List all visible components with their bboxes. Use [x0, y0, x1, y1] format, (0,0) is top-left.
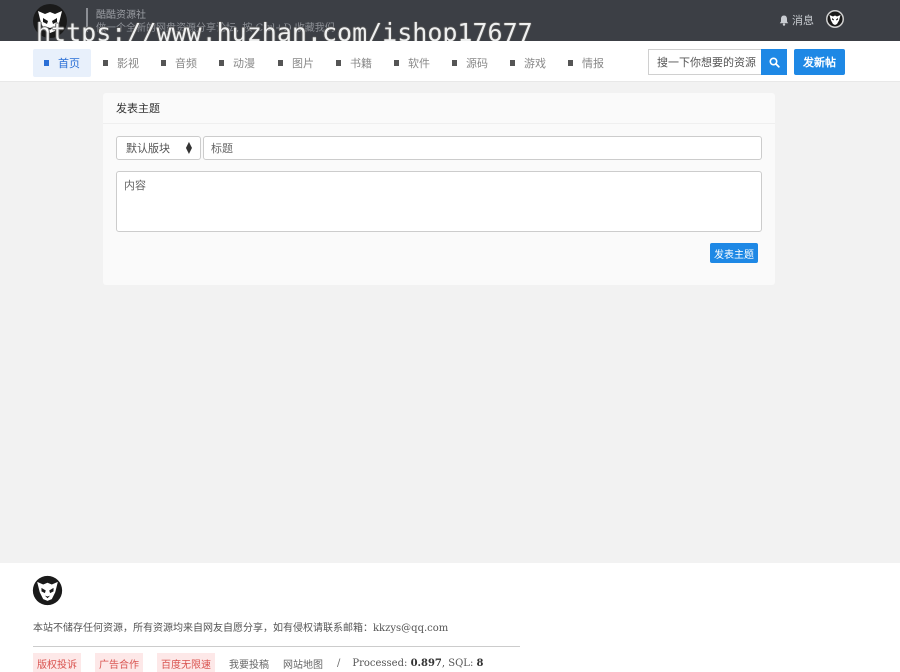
brand-separator: [86, 8, 88, 32]
submit-topic-button[interactable]: 发表主题: [710, 243, 758, 263]
bell-icon: [779, 15, 789, 26]
nav-bullet-icon: [394, 60, 399, 66]
nav-bullet-icon: [510, 60, 515, 66]
nav-item-home[interactable]: 首页: [33, 49, 91, 77]
nav-item-video[interactable]: 影视: [92, 49, 150, 77]
site-logo-icon[interactable]: [32, 3, 68, 39]
nav-bullet-icon: [161, 60, 166, 66]
nav-item-audio[interactable]: 音频: [150, 49, 208, 77]
baidu-unlimited-link[interactable]: 百度无限速: [157, 653, 215, 672]
nav-item-source[interactable]: 源码: [441, 49, 499, 77]
contribute-link[interactable]: 我要投稿: [229, 656, 269, 671]
search-input[interactable]: [648, 49, 761, 75]
nav-bullet-icon: [278, 60, 283, 66]
messages-label: 消息: [792, 14, 814, 27]
ad-cooperation-link[interactable]: 广告合作: [95, 653, 143, 672]
nav-item-intel[interactable]: 情报: [557, 49, 615, 77]
footer: 本站不储存任何资源，所有资源均来自网友自愿分享，如有侵权请联系邮箱：kkzys@…: [0, 563, 900, 672]
footer-slash: /: [337, 658, 341, 669]
search-button[interactable]: [761, 49, 787, 75]
avatar[interactable]: [826, 10, 844, 28]
footer-notice: 本站不储存任何资源，所有资源均来自网友自愿分享，如有侵权请联系邮箱：kkzys@…: [33, 623, 449, 634]
top-bar: 酷酷资源社 做一个全新的网盘资源分享论坛, 按 Ctrl+D 收藏我们 消息: [0, 0, 900, 41]
card-divider: [103, 123, 775, 124]
nav-bullet-icon: [568, 60, 573, 66]
card-title: 发表主题: [116, 102, 160, 115]
nav-item-images[interactable]: 图片: [267, 49, 325, 77]
forum-select[interactable]: 默认版块 ▲ ▼: [116, 136, 201, 160]
footer-links: 版权投诉 广告合作 百度无限速 我要投稿 网站地图 / Processed: 0…: [33, 653, 483, 672]
new-post-button[interactable]: 发新帖: [794, 49, 845, 75]
nav-bullet-icon: [219, 60, 224, 66]
content-textarea[interactable]: [116, 171, 762, 232]
processed-stats: Processed: 0.897, SQL: 8: [352, 658, 484, 669]
new-topic-card: 发表主题 默认版块 ▲▼ 发表主题: [103, 93, 775, 285]
nav-bullet-icon: [103, 60, 108, 66]
nav-item-games[interactable]: 游戏: [499, 49, 557, 77]
footer-divider: [33, 646, 520, 647]
nav-item-anime[interactable]: 动漫: [208, 49, 266, 77]
nav-item-books[interactable]: 书籍: [325, 49, 383, 77]
search-icon: [768, 56, 780, 68]
sort-arrows-icon: ▲ ▼: [185, 140, 192, 155]
forum-select-value: 默认版块: [126, 142, 170, 155]
sitemap-link[interactable]: 网站地图: [283, 656, 323, 671]
nav-bullet-icon: [452, 60, 457, 66]
copyright-complaint-link[interactable]: 版权投诉: [33, 653, 81, 672]
nav-item-software[interactable]: 软件: [383, 49, 441, 77]
nav-bullet-icon: [44, 60, 49, 66]
title-input[interactable]: [203, 136, 762, 160]
nav-bullet-icon: [336, 60, 341, 66]
footer-logo-icon: [32, 575, 63, 606]
messages-link[interactable]: 消息: [779, 12, 814, 28]
brand-slogan: 做一个全新的网盘资源分享论坛, 按 Ctrl+D 收藏我们: [96, 23, 335, 34]
